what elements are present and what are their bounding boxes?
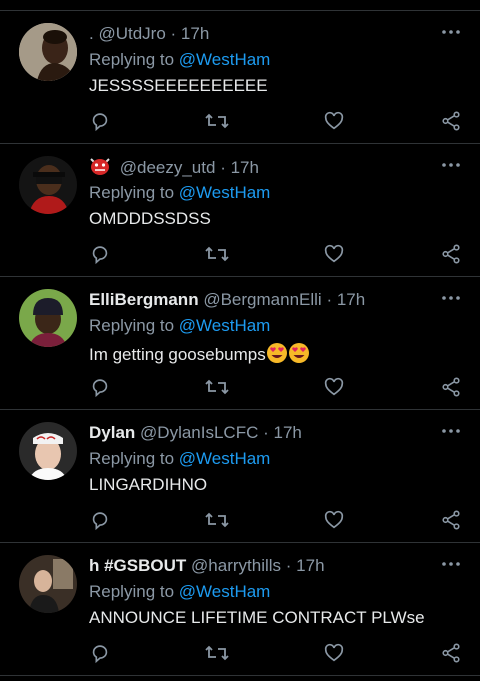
replying-prefix: Replying to (89, 582, 179, 601)
tweet-text-content: Im getting goosebumps (89, 345, 266, 364)
like-icon[interactable] (323, 509, 347, 533)
tweet-card[interactable]: Dylan @DylanIsLCFC · 17h Replying to @We… (0, 410, 480, 543)
timestamp[interactable]: 17h (337, 290, 365, 309)
replying-to: Replying to @WestHam (89, 50, 270, 70)
avatar[interactable] (19, 156, 77, 214)
tweet-header: h #GSBOUT @harrythills · 17h (89, 555, 325, 577)
avatar[interactable] (19, 289, 77, 347)
tweet-text: Im getting goosebumps (89, 342, 310, 369)
retweet-icon[interactable] (205, 243, 229, 267)
display-name[interactable]: ElliBergmann (89, 290, 199, 309)
tweet-card[interactable]: @deezy_utd · 17h Replying to @WestHam OM… (0, 144, 480, 277)
avatar[interactable] (19, 422, 77, 480)
replying-handle-link[interactable]: @WestHam (179, 449, 271, 468)
action-bar (0, 509, 480, 533)
tweet-text: ANNOUNCE LIFETIME CONTRACT PLWse (89, 608, 425, 627)
action-bar (0, 110, 480, 134)
dark-room-avatar (19, 555, 77, 613)
separator-dot: · (285, 556, 292, 575)
display-name[interactable]: Dylan (89, 423, 135, 442)
man-dark-portrait-avatar (19, 23, 77, 81)
like-icon[interactable] (323, 110, 347, 134)
more-options-icon[interactable] (441, 158, 461, 172)
share-icon[interactable] (440, 243, 464, 267)
handle[interactable]: @deezy_utd (120, 158, 216, 177)
action-bar (0, 376, 480, 400)
tweet-header: Dylan @DylanIsLCFC · 17h (89, 422, 302, 444)
retweet-icon[interactable] (205, 642, 229, 666)
separator-dot: · (326, 290, 333, 309)
share-icon[interactable] (440, 642, 464, 666)
like-icon[interactable] (323, 243, 347, 267)
timestamp[interactable]: 17h (181, 24, 209, 43)
retweet-icon[interactable] (205, 509, 229, 533)
tweet-card[interactable]: . @UtdJro · 17h Replying to @WestHam JES… (0, 11, 480, 144)
share-icon[interactable] (440, 110, 464, 134)
retweet-icon[interactable] (205, 110, 229, 134)
heart-eyes-emoji (266, 342, 288, 369)
replying-to: Replying to @WestHam (89, 316, 270, 336)
replying-prefix: Replying to (89, 449, 179, 468)
reply-icon[interactable] (89, 243, 113, 267)
tweet-card[interactable]: h #GSBOUT @harrythills · 17h Replying to… (0, 543, 480, 676)
timestamp[interactable]: 17h (296, 556, 324, 575)
beanie-player-avatar (19, 289, 77, 347)
replying-to: Replying to @WestHam (89, 582, 270, 602)
share-icon[interactable] (440, 376, 464, 400)
timestamp[interactable]: 17h (231, 158, 259, 177)
tweet-header: ElliBergmann @BergmannElli · 17h (89, 289, 365, 311)
heart-eyes-emoji (288, 342, 310, 369)
reply-icon[interactable] (89, 509, 113, 533)
reply-icon[interactable] (89, 376, 113, 400)
separator-dot: · (263, 423, 269, 442)
separator-dot: · (220, 158, 226, 177)
timestamp[interactable]: 17h (274, 423, 302, 442)
separator-dot: · (170, 24, 177, 43)
replying-prefix: Replying to (89, 50, 179, 69)
avatar[interactable] (19, 555, 77, 613)
reply-icon[interactable] (89, 110, 113, 134)
tweet-text: JESSSSEEEEEEEEEE (89, 76, 268, 95)
reply-icon[interactable] (89, 642, 113, 666)
replying-to: Replying to @WestHam (89, 183, 270, 203)
action-bar (0, 243, 480, 267)
masked-hero-avatar (19, 156, 77, 214)
share-icon[interactable] (440, 509, 464, 533)
tweet-header: @deezy_utd · 17h (89, 156, 259, 178)
display-name[interactable]: h #GSBOUT (89, 556, 186, 575)
replying-handle-link[interactable]: @WestHam (179, 50, 271, 69)
replying-prefix: Replying to (89, 316, 179, 335)
handle[interactable]: @DylanIsLCFC (140, 423, 258, 442)
gucci-player-avatar (19, 422, 77, 480)
more-options-icon[interactable] (441, 557, 461, 571)
handle[interactable]: . @UtdJro (89, 24, 166, 43)
retweet-icon[interactable] (205, 376, 229, 400)
replying-handle-link[interactable]: @WestHam (179, 582, 271, 601)
more-options-icon[interactable] (441, 25, 461, 39)
tweet-text: LINGARDIHNO (89, 475, 208, 494)
replying-handle-link[interactable]: @WestHam (179, 183, 271, 202)
avatar[interactable] (19, 23, 77, 81)
replying-to: Replying to @WestHam (89, 449, 270, 469)
handle[interactable]: @harrythills (191, 556, 281, 575)
tweet-text: OMDDDSSDSS (89, 209, 211, 228)
replying-prefix: Replying to (89, 183, 179, 202)
tweet-header: . @UtdJro · 17h (89, 23, 209, 45)
ogre-mask-emoji (89, 156, 111, 182)
like-icon[interactable] (323, 642, 347, 666)
tweet-card[interactable]: ElliBergmann @BergmannElli · 17h Replyin… (0, 277, 480, 410)
action-bar (0, 642, 480, 666)
more-options-icon[interactable] (441, 291, 461, 305)
handle[interactable]: @BergmannElli (203, 290, 321, 309)
like-icon[interactable] (323, 376, 347, 400)
more-options-icon[interactable] (441, 424, 461, 438)
replying-handle-link[interactable]: @WestHam (179, 316, 271, 335)
